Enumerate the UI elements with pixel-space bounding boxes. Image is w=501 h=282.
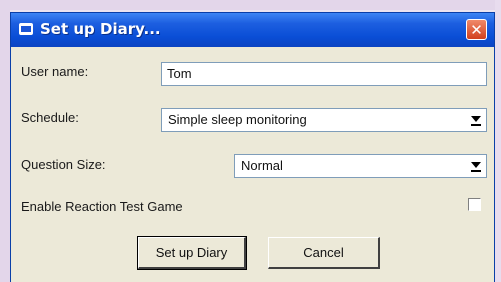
title-bar[interactable]: Set up Diary... ✕ xyxy=(11,13,494,47)
background-top xyxy=(0,0,501,10)
question-size-value: Normal xyxy=(241,158,283,173)
background-right xyxy=(495,0,501,282)
window-title: Set up Diary... xyxy=(40,20,161,38)
setup-diary-dialog: Set up Diary... ✕ User name: Tom Schedul… xyxy=(10,12,495,282)
question-size-select[interactable]: Normal xyxy=(234,154,487,178)
chevron-down-icon[interactable] xyxy=(468,157,484,173)
chevron-down-icon[interactable] xyxy=(468,111,484,127)
reaction-game-label: Enable Reaction Test Game xyxy=(21,199,183,214)
user-name-input[interactable]: Tom xyxy=(161,62,487,86)
close-icon: ✕ xyxy=(470,20,483,39)
close-button[interactable]: ✕ xyxy=(466,19,487,40)
setup-diary-button[interactable]: Set up Diary xyxy=(137,236,247,270)
schedule-value: Simple sleep monitoring xyxy=(168,112,307,127)
user-name-label: User name: xyxy=(21,64,89,79)
schedule-select[interactable]: Simple sleep monitoring xyxy=(161,108,487,132)
background-left xyxy=(0,0,10,282)
schedule-label: Schedule: xyxy=(21,110,79,125)
reaction-game-checkbox[interactable] xyxy=(468,198,481,211)
question-size-label: Question Size: xyxy=(21,157,106,172)
cancel-button[interactable]: Cancel xyxy=(268,237,380,269)
window-icon xyxy=(19,23,33,35)
